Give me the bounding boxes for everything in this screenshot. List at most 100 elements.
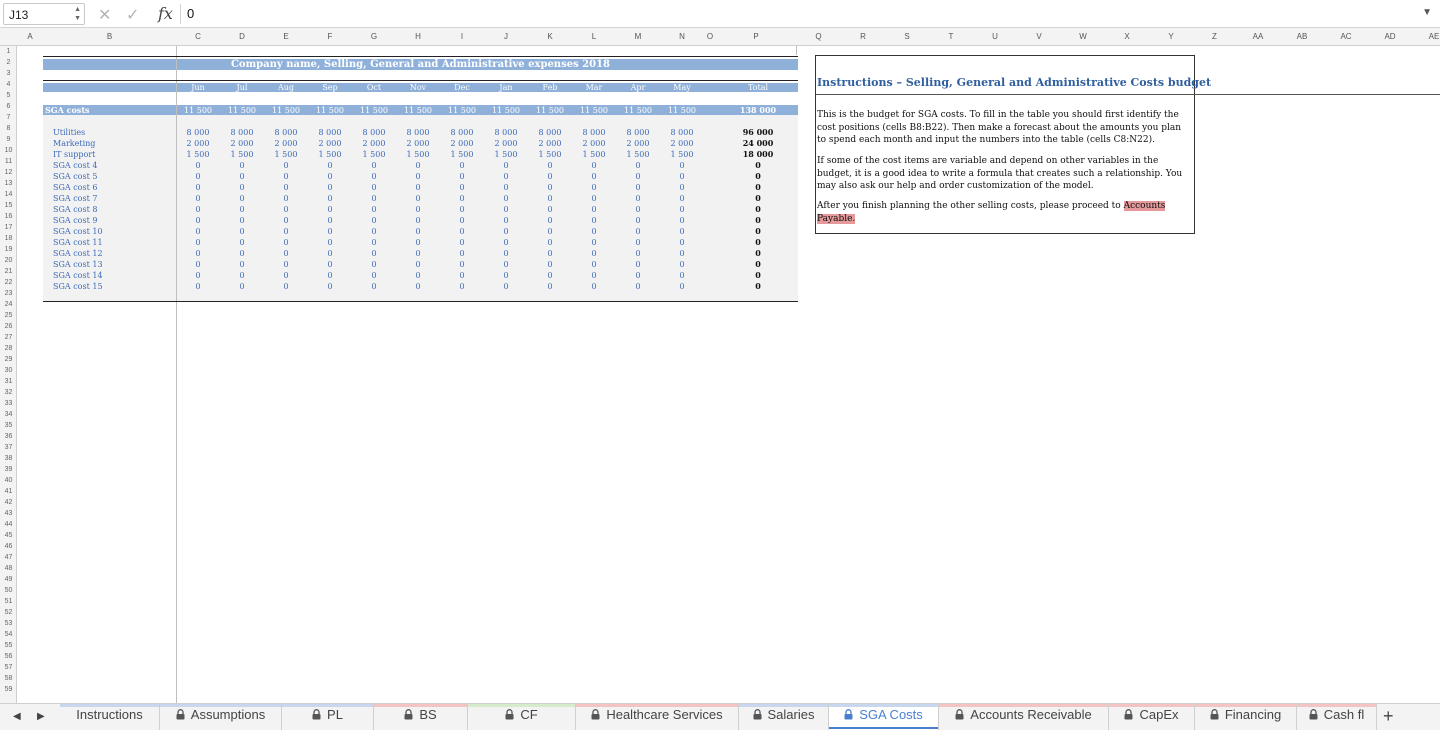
cost-item-label[interactable]: SGA cost 8 (53, 204, 97, 215)
cost-item-cell[interactable]: 0 (440, 204, 484, 215)
sheet-tab[interactable]: Financing (1195, 704, 1297, 730)
cost-item-cell[interactable]: 0 (308, 171, 352, 182)
cost-item-cell[interactable]: 0 (440, 160, 484, 171)
row-header-cell[interactable]: 20 (0, 255, 16, 266)
cost-item-cell[interactable]: 8 000 (176, 127, 220, 138)
cost-item-cell[interactable]: 0 (308, 193, 352, 204)
cost-item-cell[interactable]: 0 (660, 281, 704, 292)
row-header-cell[interactable]: 17 (0, 222, 16, 233)
cost-item-cell[interactable]: 0 (440, 237, 484, 248)
cost-item-cell[interactable]: 0 (660, 171, 704, 182)
cost-item-cell[interactable]: 1 500 (264, 149, 308, 160)
cost-item-cell[interactable]: 0 (176, 281, 220, 292)
row-header-cell[interactable]: 16 (0, 211, 16, 222)
cost-item-cell[interactable]: 2 000 (616, 138, 660, 149)
cost-item-cell[interactable]: 0 (396, 237, 440, 248)
cost-item-cell[interactable]: 0 (308, 215, 352, 226)
cost-item-cell[interactable]: 0 (308, 281, 352, 292)
name-box-stepper-icon[interactable]: ▲ ▼ (74, 5, 81, 23)
cost-item-cell[interactable]: 0 (528, 182, 572, 193)
cost-item-cell[interactable]: 0 (308, 160, 352, 171)
cost-item-cell[interactable]: 2 000 (528, 138, 572, 149)
cost-item-cell[interactable]: 0 (220, 193, 264, 204)
row-header-cell[interactable]: 25 (0, 310, 16, 321)
sga-costs-cell[interactable]: 11 500 (220, 105, 264, 116)
cost-item-total[interactable]: 0 (728, 215, 788, 226)
cost-item-cell[interactable]: 1 500 (352, 149, 396, 160)
sga-costs-cell[interactable]: 11 500 (264, 105, 308, 116)
cost-item-cell[interactable]: 0 (396, 215, 440, 226)
sheet-tab[interactable]: Healthcare Services (576, 704, 739, 730)
sheet-tab[interactable]: Cash fl (1297, 704, 1377, 730)
cost-item-cell[interactable]: 2 000 (572, 138, 616, 149)
name-box[interactable]: J13 ▲ ▼ (3, 3, 85, 25)
column-header-cell[interactable]: M (616, 28, 660, 46)
row-header-cell[interactable]: 47 (0, 552, 16, 563)
cost-item-label[interactable]: SGA cost 14 (53, 270, 103, 281)
cost-item-total[interactable]: 0 (728, 193, 788, 204)
cost-item-cell[interactable]: 0 (572, 248, 616, 259)
row-header-cell[interactable]: 53 (0, 618, 16, 629)
row-header-cell[interactable]: 34 (0, 409, 16, 420)
cost-item-cell[interactable]: 0 (352, 226, 396, 237)
row-header-cell[interactable]: 40 (0, 475, 16, 486)
sheet-tab[interactable]: Instructions (60, 704, 160, 730)
cost-item-cell[interactable]: 2 000 (396, 138, 440, 149)
column-header-cell[interactable]: Q (796, 28, 841, 46)
row-header-cell[interactable]: 11 (0, 156, 16, 167)
cost-item-total[interactable]: 0 (728, 204, 788, 215)
cost-item-cell[interactable]: 0 (440, 171, 484, 182)
row-header-cell[interactable]: 56 (0, 651, 16, 662)
row-header-cell[interactable]: 18 (0, 233, 16, 244)
cost-item-cell[interactable]: 0 (484, 248, 528, 259)
column-header-cell[interactable]: AA (1236, 28, 1280, 46)
cost-item-cell[interactable]: 0 (528, 171, 572, 182)
row-header-cell[interactable]: 41 (0, 486, 16, 497)
cost-item-cell[interactable]: 0 (484, 226, 528, 237)
cost-item-cell[interactable]: 0 (484, 215, 528, 226)
cost-item-cell[interactable]: 0 (396, 171, 440, 182)
cost-item-label[interactable]: SGA cost 11 (53, 237, 103, 248)
cost-item-cell[interactable]: 2 000 (308, 138, 352, 149)
cost-item-cell[interactable]: 0 (264, 281, 308, 292)
sheet-tab[interactable]: Accounts Receivable (939, 704, 1109, 730)
row-header-cell[interactable]: 5 (0, 90, 16, 101)
cost-item-cell[interactable]: 0 (264, 237, 308, 248)
cost-item-cell[interactable]: 0 (616, 215, 660, 226)
cost-item-cell[interactable]: 0 (484, 182, 528, 193)
cost-item-cell[interactable]: 0 (396, 160, 440, 171)
cost-item-cell[interactable]: 0 (352, 281, 396, 292)
cost-item-cell[interactable]: 0 (616, 193, 660, 204)
cost-item-cell[interactable]: 0 (660, 270, 704, 281)
row-header-cell[interactable]: 33 (0, 398, 16, 409)
row-header-cell[interactable]: 28 (0, 343, 16, 354)
cost-item-total[interactable]: 18 000 (728, 149, 788, 160)
cost-item-cell[interactable]: 0 (660, 259, 704, 270)
column-header-cell[interactable]: AC (1324, 28, 1368, 46)
cost-item-cell[interactable]: 0 (572, 204, 616, 215)
cost-item-total[interactable]: 0 (728, 182, 788, 193)
cost-item-cell[interactable]: 1 500 (440, 149, 484, 160)
row-header-cell[interactable]: 48 (0, 563, 16, 574)
cost-item-cell[interactable]: 0 (660, 193, 704, 204)
cost-item-cell[interactable]: 0 (616, 237, 660, 248)
cost-item-cell[interactable]: 0 (484, 270, 528, 281)
row-header-cell[interactable]: 10 (0, 145, 16, 156)
cost-item-cell[interactable]: 0 (308, 182, 352, 193)
chevron-down-icon[interactable]: ▼ (1422, 7, 1432, 18)
sga-costs-cell[interactable]: 11 500 (440, 105, 484, 116)
cost-item-cell[interactable]: 8 000 (484, 127, 528, 138)
cost-item-total[interactable]: 0 (728, 270, 788, 281)
column-header-cell[interactable]: L (572, 28, 616, 46)
row-header-cell[interactable]: 55 (0, 640, 16, 651)
cost-item-cell[interactable]: 0 (308, 204, 352, 215)
row-header-cell[interactable]: 2 (0, 57, 16, 68)
cost-item-cell[interactable]: 0 (572, 171, 616, 182)
column-header-cell[interactable]: V (1017, 28, 1061, 46)
cost-item-cell[interactable]: 8 000 (220, 127, 264, 138)
cost-item-label[interactable]: Utilities (53, 127, 85, 138)
row-header-cell[interactable]: 26 (0, 321, 16, 332)
cost-item-cell[interactable]: 0 (308, 226, 352, 237)
row-header-cell[interactable]: 59 (0, 684, 16, 695)
row-header-cell[interactable]: 14 (0, 189, 16, 200)
